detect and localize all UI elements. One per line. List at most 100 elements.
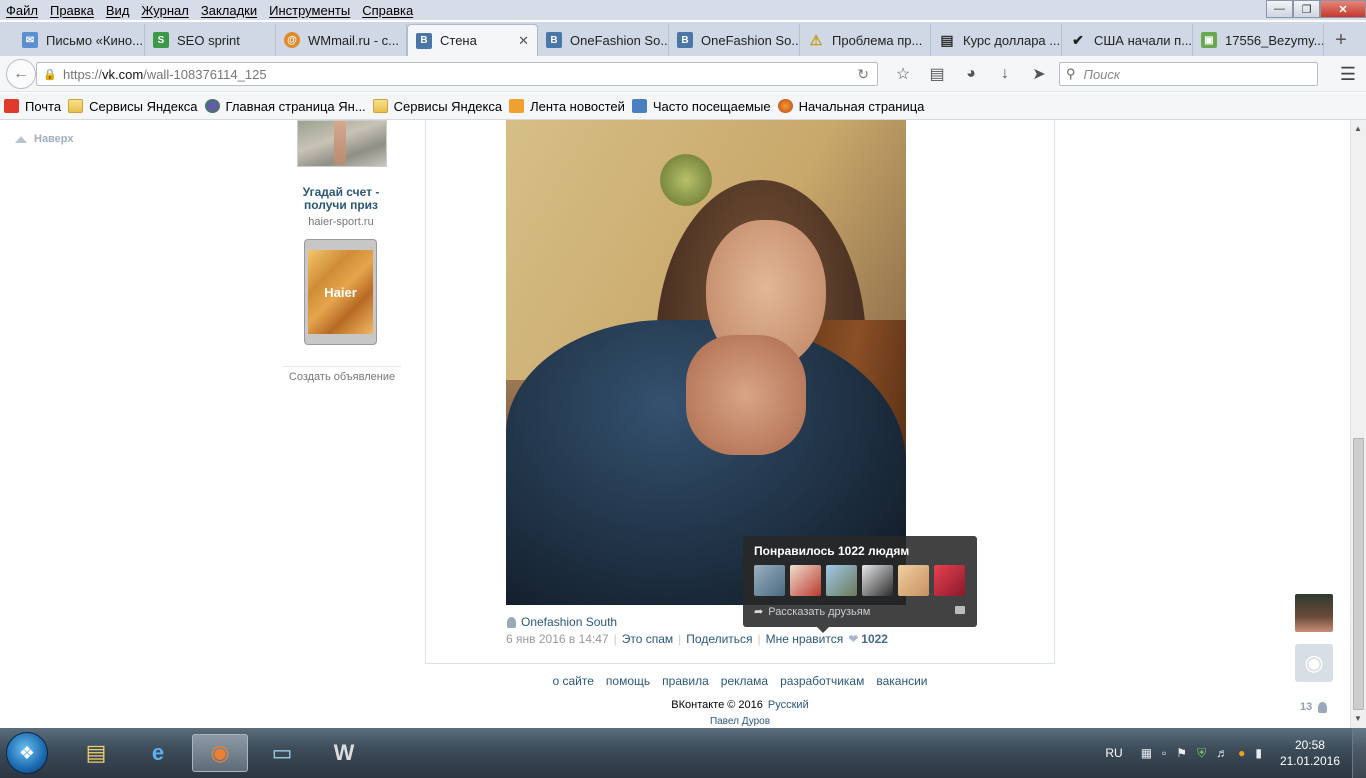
- tell-friends-button[interactable]: ➦ Рассказать друзьям: [754, 605, 870, 619]
- spam-link[interactable]: Это спам: [622, 632, 673, 646]
- scroll-down-icon[interactable]: ▼: [1354, 714, 1362, 723]
- bookmark-yandex-services-2[interactable]: Сервисы Яндекса: [372, 99, 502, 114]
- liker-avatar[interactable]: [934, 565, 965, 596]
- bookmark-yandex-home[interactable]: Главная страница Ян...: [204, 99, 366, 114]
- footer-ads[interactable]: реклама: [721, 674, 768, 688]
- scrollbar-thumb[interactable]: [1353, 438, 1364, 710]
- minimize-button[interactable]: —: [1266, 0, 1293, 18]
- tab-problem[interactable]: ⚠ Проблема пр...: [800, 24, 931, 56]
- firefox-taskbar-icon[interactable]: ◉: [192, 734, 248, 772]
- close-tab-icon[interactable]: ✕: [518, 33, 529, 49]
- bookmark-frequent[interactable]: Часто посещаемые: [631, 99, 771, 114]
- liker-avatar[interactable]: [754, 565, 785, 596]
- likes-popup-title[interactable]: Понравилось 1022 людям: [754, 544, 909, 558]
- send-icon[interactable]: ➤: [1022, 62, 1056, 86]
- heart-icon[interactable]: ❤: [848, 632, 858, 646]
- orange-tray-icon[interactable]: ●: [1238, 746, 1245, 760]
- windows-flag-icon[interactable]: ▦: [1141, 746, 1152, 760]
- download-icon[interactable]: ↓: [988, 62, 1022, 86]
- battery-icon[interactable]: ▮: [1255, 746, 1262, 760]
- search-input[interactable]: ⚲ Поиск: [1059, 62, 1318, 86]
- vk-icon: B: [416, 32, 432, 49]
- ad-image-top[interactable]: [297, 120, 387, 167]
- tab-mail[interactable]: ✉ Письмо «Кино...: [14, 24, 145, 56]
- menu-view[interactable]: Вид: [100, 3, 136, 18]
- post-date[interactable]: 6 янв 2016 в 14:47: [506, 632, 609, 646]
- scroll-up-icon[interactable]: ▲: [1354, 124, 1362, 133]
- new-tab-button[interactable]: +: [1324, 24, 1358, 56]
- footer-jobs[interactable]: вакансии: [876, 674, 927, 688]
- liker-avatar[interactable]: [862, 565, 893, 596]
- language-link[interactable]: Русский: [768, 699, 809, 711]
- bookmark-news-feed[interactable]: Лента новостей: [509, 99, 625, 114]
- close-window-button[interactable]: ✕: [1320, 0, 1366, 18]
- pocket-icon[interactable]: ◕: [954, 62, 988, 86]
- tab-title: SEO sprint: [177, 32, 240, 48]
- liker-avatar[interactable]: [898, 565, 929, 596]
- menu-edit[interactable]: Правка: [44, 3, 100, 18]
- url-text: https://vk.com/wall-108376114_125: [63, 66, 267, 82]
- footer-developers[interactable]: разработчикам: [780, 674, 864, 688]
- reading-list-icon[interactable]: ▤: [920, 62, 954, 86]
- maximize-button[interactable]: ❐: [1293, 0, 1320, 18]
- post-photo[interactable]: [506, 120, 906, 605]
- network-icon[interactable]: ▫: [1162, 746, 1166, 760]
- footer-rules[interactable]: правила: [662, 674, 709, 688]
- menu-hamburger-icon[interactable]: ☰: [1340, 64, 1356, 85]
- news-icon: ▤: [940, 31, 954, 48]
- ad-title[interactable]: Угадай счет - получи приз: [285, 186, 397, 212]
- tab-title: Проблема пр...: [832, 32, 923, 48]
- clock[interactable]: 20:58 21.01.2016: [1280, 737, 1340, 769]
- notes-taskbar-icon[interactable]: ▭: [254, 734, 310, 772]
- to-top-link[interactable]: Наверх: [15, 133, 74, 145]
- tab-onefashion-1[interactable]: B OneFashion So...: [538, 24, 669, 56]
- tab-usa[interactable]: ✔ США начали п...: [1062, 24, 1193, 56]
- bookmark-pochta[interactable]: Почта: [4, 99, 61, 114]
- show-desktop-button[interactable]: [1352, 728, 1366, 778]
- tab-wmmail[interactable]: @ WMmail.ru - с...: [276, 24, 407, 56]
- menu-history[interactable]: Журнал: [135, 3, 194, 18]
- volume-icon[interactable]: ♬: [1216, 746, 1228, 760]
- ie-taskbar-icon[interactable]: e: [130, 734, 186, 772]
- tab-seosprint[interactable]: S SEO sprint: [145, 24, 276, 56]
- create-ad-link[interactable]: Создать объявление: [283, 371, 401, 383]
- tab-wall[interactable]: B Стена ✕: [407, 24, 538, 56]
- tab-dollar[interactable]: ▤ Курс доллара ...: [931, 24, 1062, 56]
- input-language[interactable]: RU: [1105, 746, 1122, 760]
- menu-tools[interactable]: Инструменты: [263, 3, 356, 18]
- url-bar[interactable]: 🔒 https://vk.com/wall-108376114_125 ↻: [36, 62, 878, 86]
- dog-icon[interactable]: ◉: [1295, 644, 1333, 682]
- tab-image[interactable]: ▣ 17556_Bezymy...: [1193, 24, 1324, 56]
- footer-help[interactable]: помощь: [606, 674, 650, 688]
- shield-icon[interactable]: ⛨: [1197, 746, 1206, 761]
- footer-about[interactable]: о сайте: [553, 674, 594, 688]
- ad-image[interactable]: Haier: [304, 239, 377, 345]
- like-count[interactable]: 1022: [861, 632, 888, 646]
- start-button[interactable]: ❖: [6, 732, 48, 774]
- star-icon[interactable]: ☆: [886, 62, 920, 86]
- share-link[interactable]: Поделиться: [686, 632, 752, 646]
- tab-onefashion-2[interactable]: B OneFashion So...: [669, 24, 800, 56]
- bookmark-start-page[interactable]: Начальная страница: [777, 99, 924, 114]
- explorer-taskbar-icon[interactable]: ▤: [68, 734, 124, 772]
- wot-taskbar-icon[interactable]: W: [316, 734, 372, 772]
- action-center-icon[interactable]: ⚑: [1176, 746, 1187, 760]
- like-link[interactable]: Мне нравится: [766, 632, 844, 646]
- wmmail-icon: @: [284, 32, 300, 48]
- reload-icon[interactable]: ↻: [857, 66, 869, 83]
- liker-avatar[interactable]: [826, 565, 857, 596]
- my-avatar[interactable]: [1295, 594, 1333, 632]
- page-scrollbar[interactable]: ▲ ▼: [1350, 120, 1366, 728]
- menu-help[interactable]: Справка: [356, 3, 419, 18]
- menu-bookmarks[interactable]: Закладки: [195, 3, 263, 18]
- online-friends-count[interactable]: 13: [1300, 701, 1328, 713]
- windows-taskbar: ❖ ▤ e ◉ ▭ W RU ▦ ▫ ⚑ ⛨ ♬ ● ▮ 20:58 21.01.…: [0, 728, 1366, 778]
- comment-icon[interactable]: [955, 606, 965, 614]
- liker-avatar[interactable]: [790, 565, 821, 596]
- post-author[interactable]: Onefashion South: [507, 615, 617, 629]
- bookmarks-bar: Почта Сервисы Яндекса Главная страница Я…: [0, 93, 1366, 120]
- back-button[interactable]: ←: [6, 58, 36, 89]
- menu-file[interactable]: Файл: [0, 3, 44, 18]
- bookmark-yandex-services[interactable]: Сервисы Яндекса: [68, 99, 198, 114]
- founder-link[interactable]: Павел Дуров: [0, 716, 1350, 727]
